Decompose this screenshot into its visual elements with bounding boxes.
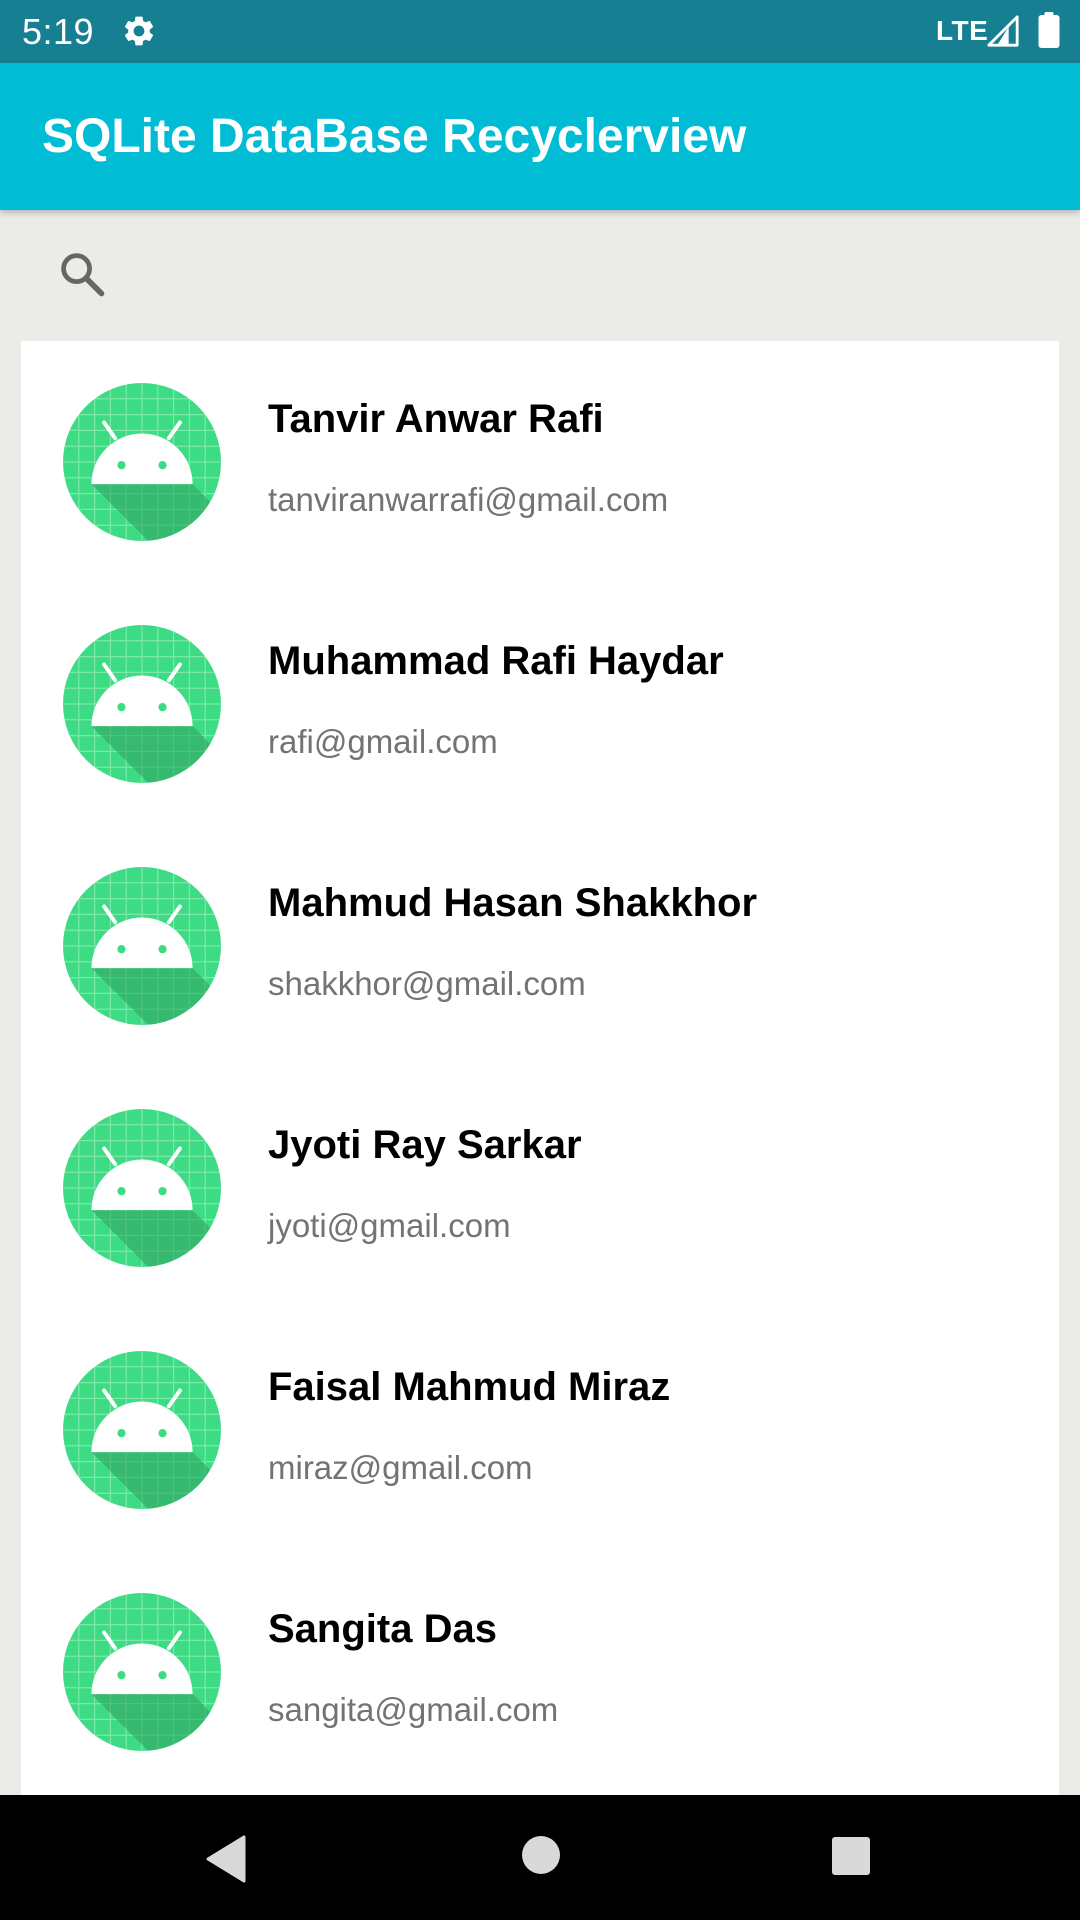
status-bar: 5:19 LTE — [0, 0, 1080, 63]
app-bar: SQLite DataBase Recyclerview — [0, 63, 1080, 210]
network-type-label: LTE — [936, 15, 989, 46]
contact-name: Sangita Das — [268, 1607, 497, 1651]
app-title: SQLite DataBase Recyclerview — [42, 110, 747, 163]
home-icon[interactable] — [521, 1835, 561, 1875]
list-item[interactable]: Faisal Mahmud Miraz miraz@gmail.com — [21, 1309, 1059, 1551]
list-item[interactable]: Sangita Das sangita@gmail.com — [21, 1551, 1059, 1793]
android-avatar-icon — [63, 1351, 221, 1509]
search-icon[interactable] — [56, 248, 108, 300]
android-avatar-icon — [63, 625, 221, 783]
contact-email: jyoti@gmail.com — [268, 1207, 511, 1244]
android-avatar-icon — [63, 1109, 221, 1267]
gear-icon — [124, 16, 154, 46]
list-item[interactable]: Mahmud Hasan Shakkhor shakkhor@gmail.com — [21, 825, 1059, 1067]
list-item[interactable]: Jyoti Ray Sarkar jyoti@gmail.com — [21, 1067, 1059, 1309]
recents-icon[interactable] — [831, 1836, 871, 1876]
contact-email: shakkhor@gmail.com — [268, 965, 586, 1002]
contact-name: Tanvir Anwar Rafi — [268, 397, 604, 441]
contact-email: sangita@gmail.com — [268, 1691, 559, 1728]
contact-name: Jyoti Ray Sarkar — [268, 1123, 582, 1167]
search-bar[interactable] — [0, 210, 1080, 340]
contact-email: tanviranwarrafi@gmail.com — [268, 481, 669, 518]
back-icon[interactable] — [204, 1835, 248, 1883]
contact-name: Faisal Mahmud Miraz — [268, 1365, 671, 1409]
contact-email: miraz@gmail.com — [268, 1449, 533, 1486]
signal-icon — [987, 15, 1019, 47]
android-avatar-icon — [63, 1593, 221, 1751]
status-time: 5:19 — [22, 11, 95, 52]
contact-name: Muhammad Rafi Haydar — [268, 639, 724, 683]
navigation-bar — [0, 1795, 1080, 1920]
android-avatar-icon — [63, 867, 221, 1025]
android-avatar-icon — [63, 383, 221, 541]
contact-name: Mahmud Hasan Shakkhor — [268, 881, 758, 925]
contact-list[interactable]: Tanvir Anwar Rafi tanviranwarrafi@gmail.… — [21, 341, 1059, 1795]
list-item[interactable]: Tanvir Anwar Rafi tanviranwarrafi@gmail.… — [21, 341, 1059, 583]
battery-icon — [1038, 12, 1060, 48]
list-item[interactable]: Muhammad Rafi Haydar rafi@gmail.com — [21, 583, 1059, 825]
contact-email: rafi@gmail.com — [268, 723, 498, 760]
